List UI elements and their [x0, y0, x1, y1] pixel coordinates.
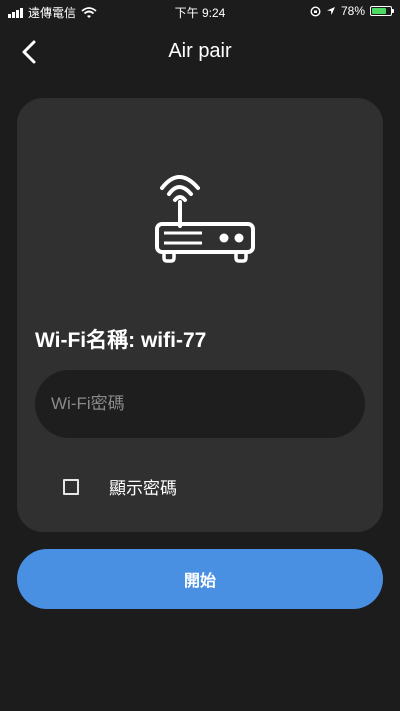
- nav-bar: Air pair: [0, 30, 400, 74]
- chevron-left-icon: [22, 40, 36, 64]
- show-password-toggle[interactable]: 顯示密碼: [63, 474, 177, 499]
- back-button[interactable]: [16, 38, 46, 68]
- show-password-checkbox[interactable]: [63, 478, 79, 495]
- rotation-lock-icon: [310, 5, 321, 17]
- wifi-router-icon: [155, 175, 255, 263]
- wifi-password-field[interactable]: [35, 370, 365, 438]
- wifi-pair-card: Wi-Fi名稱: wifi-77 顯示密碼: [17, 98, 383, 532]
- battery-icon: [370, 6, 394, 16]
- status-bar: 遠傳電信 下午 9:24 78%: [0, 0, 400, 24]
- show-password-label: 顯示密碼: [109, 479, 177, 498]
- wifi-password-input[interactable]: [35, 370, 365, 438]
- wifi-name-label: Wi-Fi名稱: wifi-77: [35, 329, 207, 352]
- page-title: Air pair: [168, 40, 232, 62]
- battery-percent: 78%: [340, 4, 365, 18]
- status-bar-right: 78%: [310, 4, 394, 18]
- battery-fill: [372, 8, 387, 14]
- location-arrow-icon: [326, 7, 335, 15]
- start-button[interactable]: 開始: [17, 549, 383, 609]
